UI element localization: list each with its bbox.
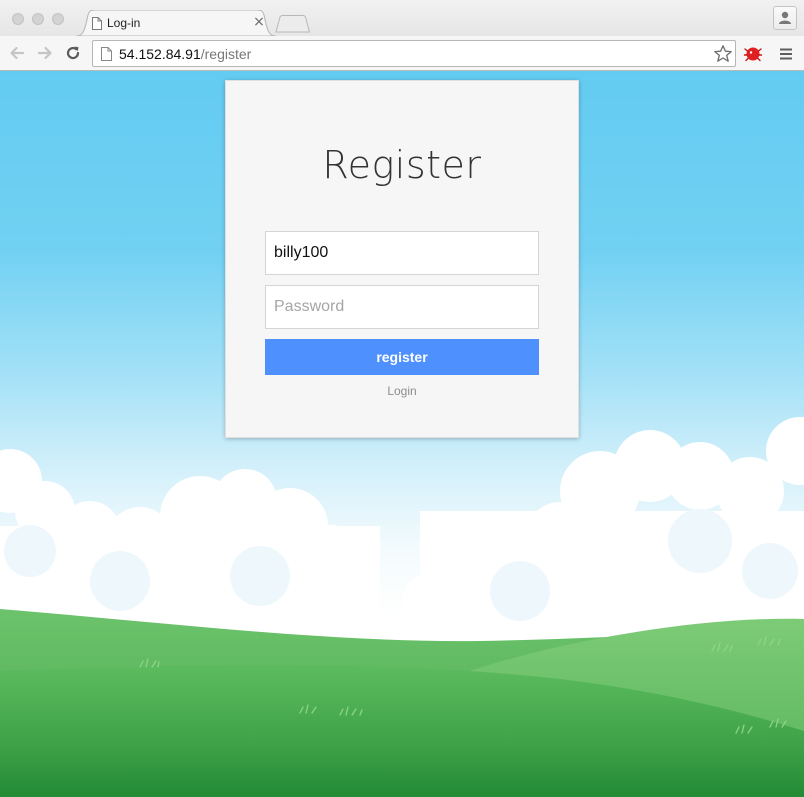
tab-bar: Log-in × xyxy=(0,0,804,36)
zoom-window-button[interactable] xyxy=(52,13,64,25)
browser-window: Log-in × 54.152.84.91/register Register … xyxy=(0,0,804,797)
tab-close-icon[interactable]: × xyxy=(252,15,266,29)
browser-toolbar: 54.152.84.91/register xyxy=(0,36,804,71)
url-path: /register xyxy=(200,46,252,62)
page-icon xyxy=(92,17,102,30)
tab-log-in[interactable]: Log-in × xyxy=(76,10,276,36)
page-icon xyxy=(101,47,112,61)
profile-button[interactable] xyxy=(773,6,797,30)
extension-icon[interactable] xyxy=(743,44,763,64)
page-title: Register xyxy=(322,143,482,187)
forward-arrow-icon[interactable] xyxy=(36,44,54,62)
back-arrow-icon[interactable] xyxy=(8,44,26,62)
page-viewport: Register register Login xyxy=(0,71,804,797)
tab-title: Log-in xyxy=(107,16,141,30)
url-text: 54.152.84.91/register xyxy=(119,46,251,62)
reload-icon[interactable] xyxy=(64,44,82,62)
hamburger-menu-icon[interactable] xyxy=(778,46,794,62)
login-link[interactable]: Login xyxy=(226,384,578,398)
register-card: Register register Login xyxy=(225,80,579,438)
close-window-button[interactable] xyxy=(12,13,24,25)
username-input[interactable] xyxy=(265,231,539,275)
new-tab-button[interactable] xyxy=(274,15,312,33)
register-button[interactable]: register xyxy=(265,339,539,375)
minimize-window-button[interactable] xyxy=(32,13,44,25)
profile-icon xyxy=(779,11,791,24)
address-bar[interactable]: 54.152.84.91/register xyxy=(92,40,736,67)
star-icon[interactable] xyxy=(713,44,733,64)
url-host: 54.152.84.91 xyxy=(119,46,201,62)
password-input[interactable] xyxy=(265,285,539,329)
